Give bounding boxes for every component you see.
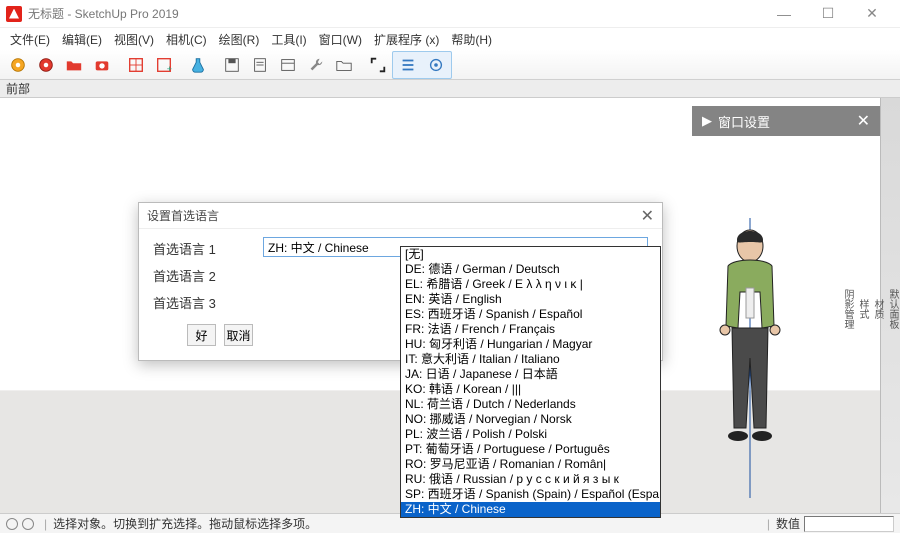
app-icon [6, 6, 22, 22]
tab-shadows[interactable]: 阴影管理 [840, 289, 855, 329]
language-option[interactable]: [无] [401, 247, 660, 262]
tool-open-icon[interactable] [332, 53, 356, 77]
language-option[interactable]: IT: 意大利语 / Italian / Italiano [401, 352, 660, 367]
language-option[interactable]: RO: 罗马尼亚语 / Romanian / Român| [401, 457, 660, 472]
view-label: 前部 [0, 80, 900, 98]
language-option[interactable]: DE: 德语 / German / Deutsch [401, 262, 660, 277]
tool-doc-icon[interactable] [248, 53, 272, 77]
menu-tools[interactable]: 工具(I) [265, 29, 312, 50]
svg-text:+: + [167, 64, 172, 74]
menu-extensions[interactable]: 扩展程序 (x) [368, 29, 445, 50]
tool-camera-icon[interactable] [90, 53, 114, 77]
tool-wrench-icon[interactable] [304, 53, 328, 77]
tool-folder-icon[interactable] [62, 53, 86, 77]
language-option[interactable]: PT: 葡萄牙语 / Portuguese / Português [401, 442, 660, 457]
title-bar: 无标题 - SketchUp Pro 2019 — ☐ ✕ [0, 0, 900, 28]
language-option[interactable]: EL: 希腊语 / Greek / Ε λ λ η ν ι κ | [401, 277, 660, 292]
tool-list-icon[interactable] [396, 53, 420, 77]
tool-window-icon[interactable] [276, 53, 300, 77]
right-tab-strip: 默认面板 材质 样式 阴影管理 [880, 98, 900, 513]
language-option[interactable]: RU: 俄语 / Russian / р у с с к и й я з ы к [401, 472, 660, 487]
language-dropdown[interactable]: [无]DE: 德语 / German / DeutschEL: 希腊语 / Gr… [400, 246, 661, 518]
tool-gear-yellow-icon[interactable] [6, 53, 30, 77]
language-option[interactable]: KO: 韩语 / Korean / ||| [401, 382, 660, 397]
menu-edit[interactable]: 编辑(E) [56, 29, 108, 50]
menu-help[interactable]: 帮助(H) [445, 29, 498, 50]
language-option[interactable]: FR: 法语 / French / Français [401, 322, 660, 337]
label-lang3: 首选语言 3 [153, 291, 253, 312]
maximize-button[interactable]: ☐ [806, 0, 850, 28]
language-option[interactable]: JA: 日语 / Japanese / 日本語 [401, 367, 660, 382]
tool-settings-icon[interactable] [424, 53, 448, 77]
language-option[interactable]: PL: 波兰语 / Polish / Polski [401, 427, 660, 442]
dialog-close-icon[interactable]: ✕ [641, 206, 654, 226]
status-indicator-1[interactable] [6, 518, 18, 530]
minimize-button[interactable]: — [762, 0, 806, 28]
language-option[interactable]: NO: 挪威语 / Norvegian / Norsk [401, 412, 660, 427]
menu-draw[interactable]: 绘图(R) [213, 29, 266, 50]
measurement-input[interactable] [804, 516, 894, 532]
menu-bar: 文件(E) 编辑(E) 视图(V) 相机(C) 绘图(R) 工具(I) 窗口(W… [0, 28, 900, 50]
tool-grid-add-icon[interactable]: + [152, 53, 176, 77]
tool-gear-red-icon[interactable] [34, 53, 58, 77]
tool-save-icon[interactable] [220, 53, 244, 77]
language-option[interactable]: NL: 荷兰语 / Dutch / Nederlands [401, 397, 660, 412]
tab-materials[interactable]: 材质 [870, 299, 885, 319]
ok-button[interactable]: 好 [187, 324, 216, 346]
tab-styles[interactable]: 样式 [855, 299, 870, 319]
select-lang1-value: ZH: 中文 / Chinese [268, 239, 369, 256]
language-option[interactable]: SP: 西班牙语 / Spanish (Spain) / Español (Es… [401, 487, 660, 502]
status-value-label: 数值 [776, 515, 800, 532]
dialog-titlebar[interactable]: 设置首选语言 ✕ [139, 203, 662, 229]
language-option[interactable]: ZH: 中文 / Chinese [401, 502, 660, 517]
window-title: 无标题 - SketchUp Pro 2019 [28, 5, 179, 22]
menu-file[interactable]: 文件(E) [4, 29, 56, 50]
scale-figure [710, 218, 790, 498]
close-button[interactable]: ✕ [850, 0, 894, 28]
tool-grid-icon[interactable] [124, 53, 148, 77]
menu-view[interactable]: 视图(V) [108, 29, 160, 50]
viewport[interactable]: 默认面板 材质 样式 阴影管理 ▶ 窗口设置 ✕ 设置首选语言 ✕ 首选语言 1… [0, 98, 900, 513]
label-lang1: 首选语言 1 [153, 237, 253, 258]
tab-default-panel[interactable]: 默认面板 [885, 289, 900, 329]
panel-close-icon[interactable]: ✕ [857, 111, 870, 131]
panel-title: 窗口设置 [718, 112, 770, 131]
tool-flask-icon[interactable] [186, 53, 210, 77]
dialog-title: 设置首选语言 [147, 207, 219, 224]
cancel-button[interactable]: 取消 [224, 324, 253, 346]
label-lang2: 首选语言 2 [153, 264, 253, 285]
chevron-right-icon: ▶ [702, 113, 712, 129]
panel-header[interactable]: ▶ 窗口设置 ✕ [692, 106, 880, 136]
status-indicator-2[interactable] [22, 518, 34, 530]
status-hint: 选择对象。切换到扩充选择。拖动鼠标选择多项。 [53, 515, 317, 532]
menu-window[interactable]: 窗口(W) [313, 29, 368, 50]
language-option[interactable]: EN: 英语 / English [401, 292, 660, 307]
language-option[interactable]: HU: 匈牙利语 / Hungarian / Magyar [401, 337, 660, 352]
language-option[interactable]: ES: 西班牙语 / Spanish / Español [401, 307, 660, 322]
toolbar: + [0, 50, 900, 80]
tool-fullscreen-icon[interactable] [366, 53, 390, 77]
menu-camera[interactable]: 相机(C) [160, 29, 213, 50]
